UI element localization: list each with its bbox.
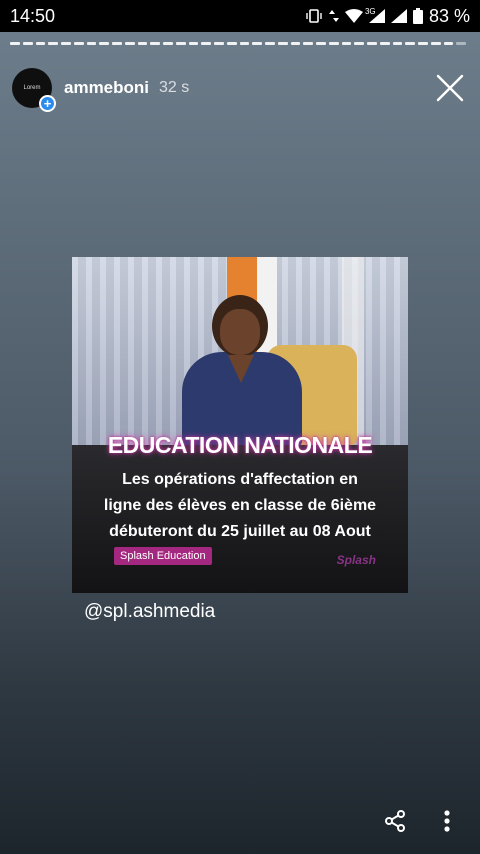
share-icon [385, 810, 405, 832]
progress-segment [150, 42, 160, 45]
mention-sticker[interactable]: @spl.ashmedia [84, 601, 215, 623]
data-arrows-icon [328, 9, 339, 23]
progress-segment [367, 42, 377, 45]
image-subtext: Les opérations d'affectation en ligne de… [92, 467, 388, 545]
progress-segment [188, 42, 199, 45]
share-button[interactable] [382, 808, 408, 834]
status-bar: 14:50 3G 83 % [0, 0, 480, 32]
progress-segment [443, 42, 454, 45]
image-subtext-line: ligne des élèves en classe de 6ième [103, 497, 377, 514]
image-headline: EDUCATION NATIONALE [107, 432, 373, 458]
battery-icon [412, 8, 423, 24]
username[interactable]: ammeboni [64, 78, 149, 98]
progress-segment [418, 42, 428, 45]
progress-segment [290, 42, 301, 45]
progress-segment [239, 42, 250, 45]
progress-segment [112, 42, 122, 45]
progress-segment [277, 42, 288, 45]
person-graphic [220, 309, 260, 355]
status-icons: 3G 83 % [305, 6, 470, 27]
progress-segment [341, 42, 352, 45]
progress-segment [124, 42, 135, 45]
progress-segment [265, 42, 275, 45]
progress-segment [86, 42, 97, 45]
progress-segment [35, 42, 46, 45]
story-progress-bar [10, 42, 466, 45]
signal-icon [390, 9, 407, 23]
progress-segment [48, 42, 58, 45]
progress-segment [456, 42, 466, 45]
battery-percent: 83 % [428, 5, 470, 26]
status-time: 14:50 [10, 5, 56, 26]
progress-segment [22, 42, 33, 45]
progress-segment [316, 42, 326, 45]
progress-segment [328, 42, 339, 45]
network-type-label: 3G [364, 7, 376, 16]
progress-segment [379, 42, 390, 45]
progress-segment [405, 42, 415, 45]
close-button[interactable] [432, 70, 468, 106]
progress-segment [354, 42, 364, 45]
vibrate-icon [305, 9, 323, 23]
wifi-icon [344, 9, 363, 23]
bottom-actions [382, 808, 460, 834]
progress-segment [303, 42, 313, 45]
image-subtext-line: débuteront du 25 juillet au 08 Aout [109, 523, 371, 540]
story-time: 32 s [159, 79, 190, 96]
progress-segment [163, 42, 173, 45]
progress-segment [137, 42, 148, 45]
watermark: Splash [336, 553, 376, 567]
close-icon [436, 74, 464, 102]
signal-icon: 3G [365, 7, 385, 23]
story-header: Lorem + ammeboni 32 s [12, 66, 468, 112]
progress-segment [61, 42, 71, 45]
image-subtext-line: Les opérations d'affectation en [122, 471, 358, 488]
progress-segment [10, 42, 20, 45]
progress-segment [175, 42, 186, 45]
progress-segment [252, 42, 262, 45]
avatar-text: Lorem [23, 85, 41, 91]
progress-segment [392, 42, 403, 45]
avatar[interactable]: Lorem + [12, 68, 56, 112]
progress-segment [73, 42, 84, 45]
add-story-icon[interactable]: + [39, 95, 56, 112]
source-badge: Splash Education [114, 547, 212, 565]
progress-segment [201, 42, 211, 45]
progress-segment [99, 42, 109, 45]
more-options-button[interactable] [434, 808, 460, 834]
more-vertical-icon [444, 810, 450, 832]
progress-segment [430, 42, 441, 45]
story-image[interactable]: EDUCATION NATIONALE Les opérations d'aff… [72, 257, 408, 593]
progress-segment [214, 42, 224, 45]
progress-segment [226, 42, 237, 45]
